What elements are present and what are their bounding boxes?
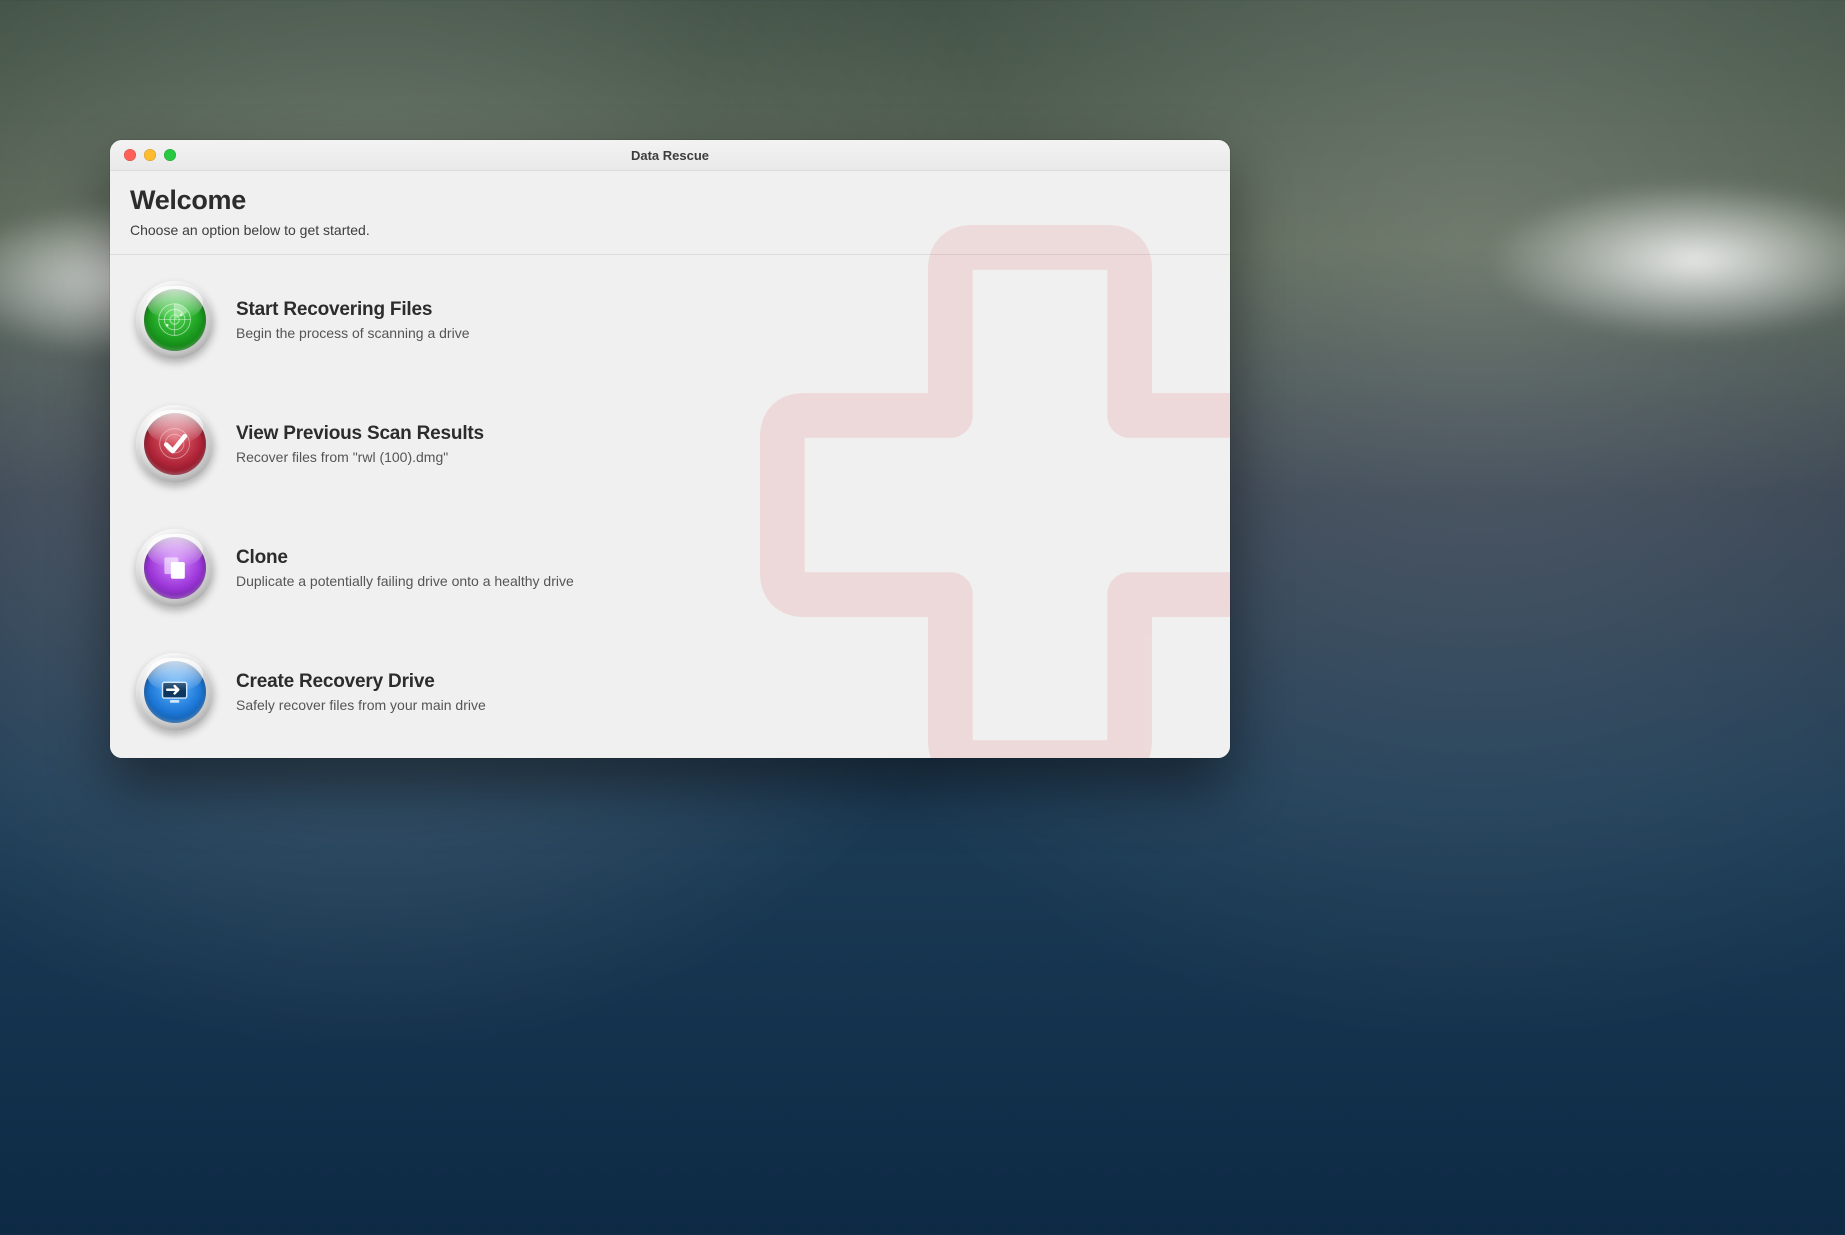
option-view-previous[interactable]: View Previous Scan Results Recover files… — [130, 397, 1210, 491]
welcome-header: Welcome Choose an option below to get st… — [110, 171, 1230, 255]
checkmark-radar-icon — [136, 405, 214, 483]
option-desc: Begin the process of scanning a drive — [236, 325, 469, 341]
option-text: Create Recovery Drive Safely recover fil… — [236, 671, 486, 713]
radar-icon — [136, 281, 214, 359]
option-title: View Previous Scan Results — [236, 423, 484, 445]
option-title: Start Recovering Files — [236, 299, 469, 321]
window-controls — [124, 149, 176, 161]
zoom-icon[interactable] — [164, 149, 176, 161]
options-area: Start Recovering Files Begin the process… — [110, 255, 1230, 758]
option-title: Create Recovery Drive — [236, 671, 486, 693]
option-title: Clone — [236, 547, 574, 569]
minimize-icon[interactable] — [144, 149, 156, 161]
option-text: Clone Duplicate a potentially failing dr… — [236, 547, 574, 589]
option-clone[interactable]: Clone Duplicate a potentially failing dr… — [130, 521, 1210, 615]
option-create-recovery-drive[interactable]: Create Recovery Drive Safely recover fil… — [130, 645, 1210, 739]
option-desc: Duplicate a potentially failing drive on… — [236, 573, 574, 589]
duplicate-icon — [136, 529, 214, 607]
titlebar: Data Rescue — [110, 140, 1230, 171]
option-text: View Previous Scan Results Recover files… — [236, 423, 484, 465]
option-desc: Recover files from "rwl (100).dmg" — [236, 449, 484, 465]
page-subtitle: Choose an option below to get started. — [130, 222, 1210, 238]
option-start-recovering[interactable]: Start Recovering Files Begin the process… — [130, 273, 1210, 367]
app-window: Data Rescue Welcome Choose an option bel… — [110, 140, 1230, 758]
monitor-arrow-icon — [136, 653, 214, 731]
option-desc: Safely recover files from your main driv… — [236, 697, 486, 713]
window-title: Data Rescue — [631, 148, 709, 163]
page-title: Welcome — [130, 185, 1210, 216]
option-text: Start Recovering Files Begin the process… — [236, 299, 469, 341]
close-icon[interactable] — [124, 149, 136, 161]
